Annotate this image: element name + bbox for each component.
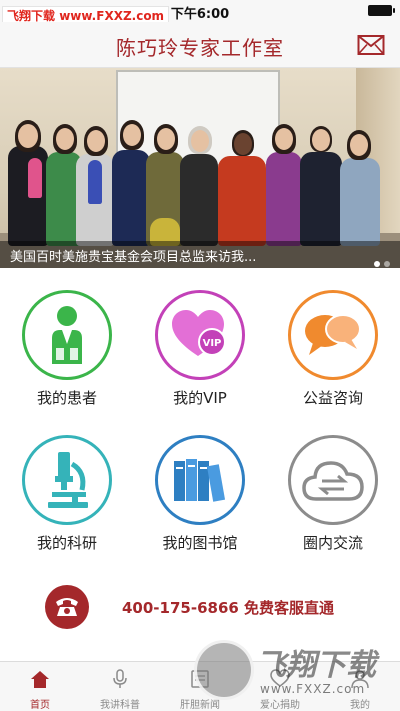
photo-person-head bbox=[350, 134, 368, 156]
hotline-text[interactable]: 400-175-6866 免费客服直通 bbox=[122, 597, 334, 618]
photo-person bbox=[340, 158, 380, 246]
books-icon bbox=[174, 459, 226, 502]
grid-circle bbox=[288, 435, 378, 525]
microphone-icon bbox=[113, 669, 127, 688]
grid-label: 我的科研 bbox=[36, 534, 97, 552]
grid-item-my-vip[interactable]: VIP 我的VIP bbox=[133, 290, 263, 420]
watermark-url: www.FXXZ.com bbox=[260, 682, 366, 696]
photo-person bbox=[112, 150, 150, 246]
carousel-dot[interactable] bbox=[374, 261, 380, 267]
photo-person-head bbox=[87, 130, 105, 152]
banner-carousel[interactable]: 美国百时美施贵宝基金会项目总监来访我... bbox=[0, 68, 400, 268]
tab-label: 我讲科普 bbox=[100, 700, 140, 711]
mail-button[interactable] bbox=[357, 34, 385, 56]
photo-person-head bbox=[275, 128, 293, 150]
carousel-dot[interactable] bbox=[384, 261, 390, 267]
grid-item-my-patients[interactable]: 我的患者 bbox=[0, 290, 130, 420]
watermark-top-brand: 飞翔下载 bbox=[7, 9, 56, 23]
watermark-brand: 飞翔下载 bbox=[256, 648, 376, 683]
grid-circle bbox=[22, 290, 112, 380]
grid-label: 我的VIP bbox=[173, 389, 227, 407]
tab-science-talk[interactable]: 我讲科普 bbox=[80, 662, 160, 711]
watermark-top-url: www.FXXZ.com bbox=[55, 9, 165, 23]
banner-caption: 美国百时美施贵宝基金会项目总监来访我... bbox=[10, 250, 257, 265]
grid-circle bbox=[155, 435, 245, 525]
microscope-icon bbox=[48, 452, 88, 508]
photo-person-head bbox=[56, 128, 74, 150]
grid-item-charity-consult[interactable]: 公益咨询 bbox=[266, 290, 396, 420]
grid-item-circle-exchange[interactable]: 圈内交流 bbox=[266, 435, 396, 565]
tab-label: 首页 bbox=[30, 700, 50, 711]
grid-label: 我的图书馆 bbox=[162, 534, 238, 552]
chat-bubbles-icon bbox=[305, 314, 361, 355]
photo-person bbox=[266, 152, 302, 246]
photo-person bbox=[180, 154, 218, 246]
photo-person-head bbox=[18, 124, 38, 148]
grid-circle bbox=[22, 435, 112, 525]
photo-person bbox=[300, 152, 342, 246]
photo-person bbox=[218, 156, 266, 246]
telephone-icon bbox=[56, 598, 78, 616]
grid-item-my-research[interactable]: 我的科研 bbox=[0, 435, 130, 565]
grid-item-my-library[interactable]: 我的图书馆 bbox=[133, 435, 263, 565]
grid-label: 我的患者 bbox=[36, 389, 97, 407]
photo-person-head bbox=[234, 133, 252, 155]
grid-circle bbox=[288, 290, 378, 380]
mail-icon bbox=[357, 35, 385, 55]
home-icon bbox=[31, 671, 49, 688]
photo-person-head bbox=[312, 129, 330, 151]
tab-home[interactable]: 首页 bbox=[0, 662, 80, 711]
hotline-banner[interactable]: 400-175-6866 免费客服直通 bbox=[0, 583, 400, 631]
doctor-icon bbox=[52, 306, 82, 364]
grid-label: 公益咨询 bbox=[302, 389, 363, 407]
vip-heart-icon: VIP bbox=[172, 310, 226, 356]
photo-person-head bbox=[157, 128, 175, 150]
banner-caption-bar: 美国百时美施贵宝基金会项目总监来访我... bbox=[0, 241, 400, 268]
photo-person-head bbox=[191, 130, 209, 152]
photo-person-head bbox=[123, 124, 141, 146]
photo-person-accent bbox=[28, 158, 42, 198]
grid-circle: VIP bbox=[155, 290, 245, 380]
watermark-logo bbox=[194, 640, 254, 700]
cloud-exchange-icon bbox=[302, 461, 364, 501]
battery-icon bbox=[368, 5, 395, 16]
app-header: 陈巧玲专家工作室 bbox=[0, 22, 400, 68]
watermark-bottom: 飞翔下载 www.FXXZ.com bbox=[190, 636, 395, 708]
carousel-dots bbox=[370, 252, 390, 268]
phone-button[interactable] bbox=[45, 585, 89, 629]
svg-text:VIP: VIP bbox=[203, 338, 222, 349]
grid-label: 圈内交流 bbox=[302, 534, 363, 552]
page-title: 陈巧玲专家工作室 bbox=[116, 36, 284, 60]
photo-person-accent bbox=[88, 160, 102, 204]
